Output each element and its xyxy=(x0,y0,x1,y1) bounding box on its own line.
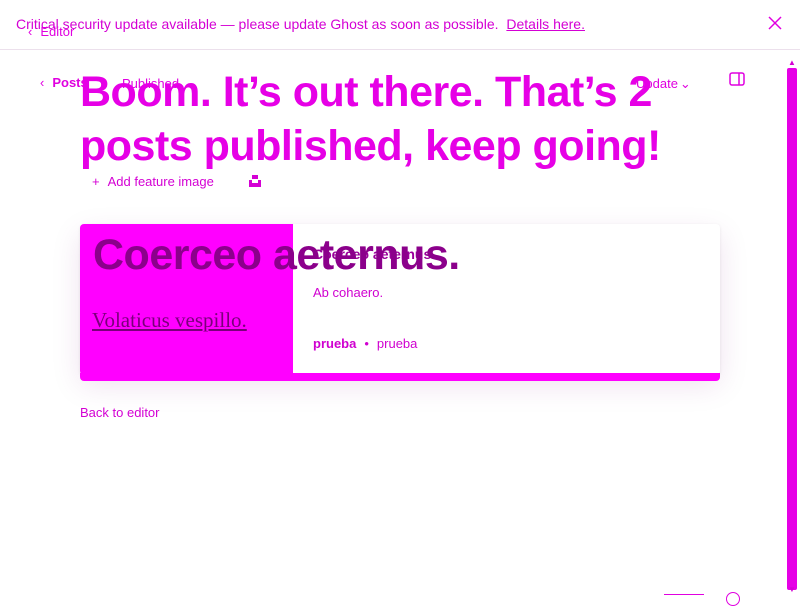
banner-details-link[interactable]: Details here. xyxy=(506,16,585,32)
help-icon[interactable] xyxy=(726,592,740,606)
card-bottom-bar xyxy=(80,373,720,381)
editor-back-label: Editor xyxy=(40,24,75,39)
publish-headline: Boom. It’s out there. That’s 2 posts pub… xyxy=(80,68,661,170)
scroll-thumb[interactable] xyxy=(787,68,797,590)
scroll-down-arrow-icon[interactable]: ▼ xyxy=(788,585,796,594)
meta-separator: • xyxy=(364,336,369,351)
editor-back-link[interactable]: ‹ Editor xyxy=(28,24,74,39)
add-feature-image-button[interactable]: + Add feature image xyxy=(92,174,214,189)
add-feature-image-label: Add feature image xyxy=(107,174,214,189)
card-meta: prueba • prueba xyxy=(313,336,417,351)
banner-text: Critical security update available — ple… xyxy=(16,16,499,32)
unsplash-icon[interactable] xyxy=(248,174,262,188)
banner-message: Critical security update available — ple… xyxy=(16,16,585,32)
security-banner: Critical security update available — ple… xyxy=(0,0,800,50)
card-image-text: Volaticus vespillo. xyxy=(92,308,247,332)
scrollbar[interactable]: ▲ ▼ xyxy=(784,50,800,600)
back-to-editor-link[interactable]: Back to editor xyxy=(80,405,160,420)
card-author: prueba xyxy=(313,336,357,351)
card-excerpt: Ab cohaero. xyxy=(313,285,384,300)
scroll-up-arrow-icon[interactable]: ▲ xyxy=(788,58,796,67)
footer-fragment xyxy=(664,594,704,600)
chevron-left-icon: ‹ xyxy=(28,24,33,39)
card-tag: prueba xyxy=(376,336,418,351)
card-overlay-title: Coerceo aeternus. xyxy=(93,231,460,279)
plus-icon: + xyxy=(92,174,100,189)
close-icon[interactable] xyxy=(766,14,784,32)
chevron-left-icon: ‹ xyxy=(40,75,45,90)
